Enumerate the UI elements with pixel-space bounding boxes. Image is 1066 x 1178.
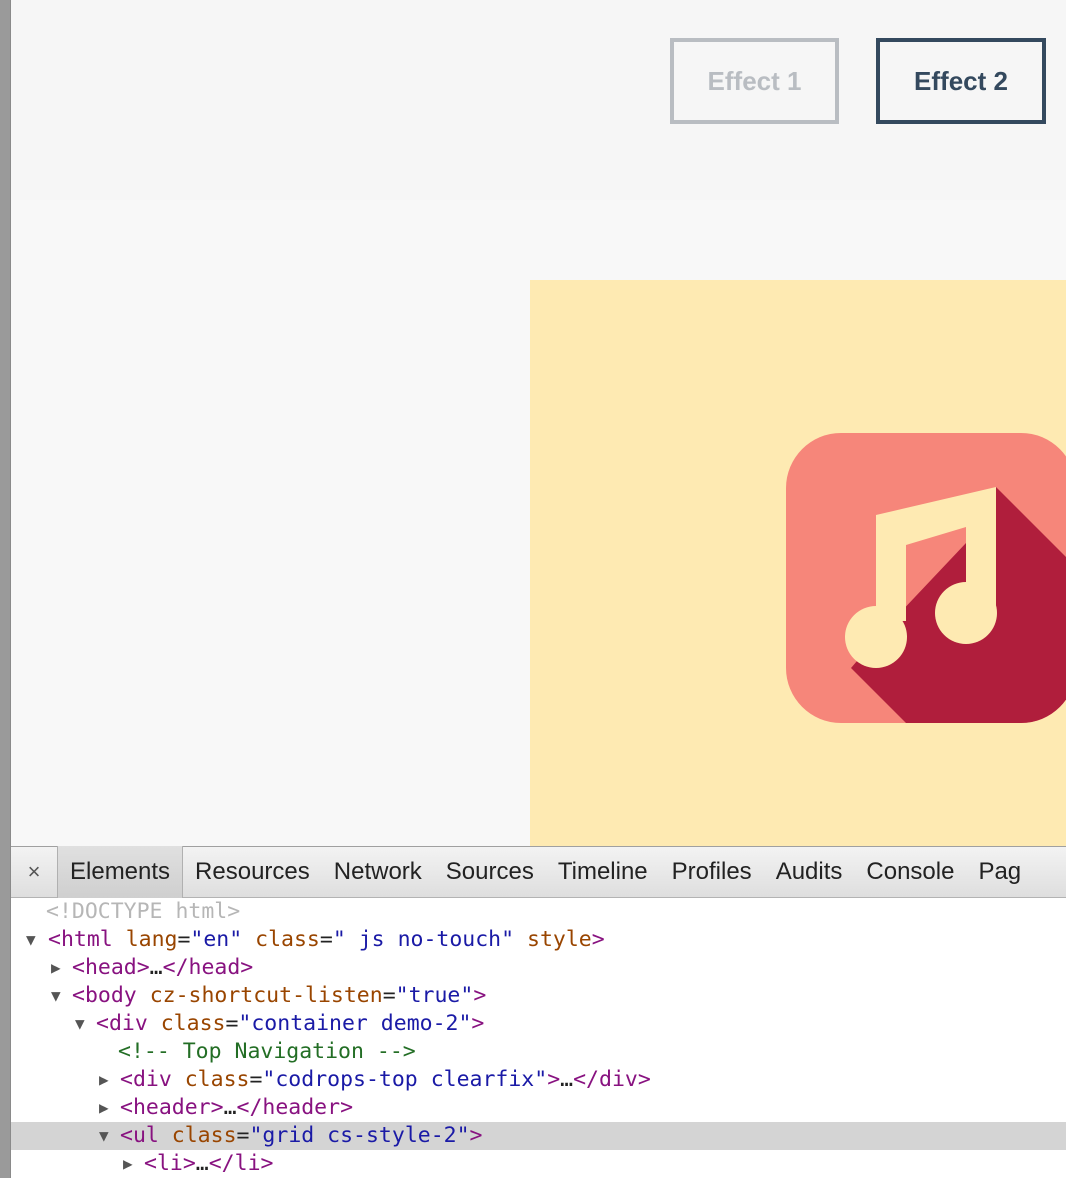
tag-text: </head> [162,955,254,980]
attr-name: class [171,1123,237,1148]
tab-elements[interactable]: Elements [57,846,184,898]
collapse-triangle-icon[interactable]: ▶ [51,954,71,982]
demo-page: Effect 1 Effect 2 [11,0,1066,846]
tag-text: </li> [208,1151,274,1176]
attr-name: style [527,927,592,952]
tag-text: <header> [120,1095,224,1120]
tag-text: > [473,983,487,1008]
close-icon[interactable]: × [11,846,57,898]
tab-timeline[interactable]: Timeline [546,846,660,898]
tag-text: <ul [120,1123,159,1148]
tag-text: <li> [144,1151,196,1176]
attr-value: "grid cs-style-2" [249,1123,470,1148]
tag-text: > [471,1011,485,1036]
collapse-triangle-icon[interactable]: ▶ [99,1066,119,1094]
effect-1-button[interactable]: Effect 1 [670,38,839,124]
tag-text: > [547,1067,561,1092]
ellipsis-text: … [223,1095,237,1120]
grid-item-card[interactable] [530,280,1066,846]
expand-triangle-icon[interactable]: ▼ [99,1122,119,1150]
doctype-text: <!DOCTYPE html> [46,899,241,924]
attr-value: "true" [395,983,474,1008]
devtools-toolbar: × Elements Resources Network Sources Tim… [11,846,1066,898]
effect-2-button[interactable]: Effect 2 [876,38,1046,124]
attr-value: "en" [190,927,243,952]
tag-text: > [469,1123,483,1148]
ellipsis-text: … [195,1151,209,1176]
comment-text: <!-- Top Navigation --> [118,1039,416,1064]
dom-node-header[interactable]: ▶ <header>…</header> [11,1094,1066,1122]
dom-node-body[interactable]: ▼ <body cz-shortcut-listen="true"> [11,982,1066,1010]
attr-value: "codrops-top clearfix" [262,1067,548,1092]
dom-node-ul-selected[interactable]: ▼ <ul class="grid cs-style-2"> [11,1122,1066,1150]
tag-text: <div [96,1011,148,1036]
ellipsis-text: … [560,1067,574,1092]
collapse-triangle-icon[interactable]: ▶ [123,1150,143,1178]
attr-name: cz-shortcut-listen [149,983,383,1008]
tag-text: <div [120,1067,172,1092]
ellipsis-text: … [149,955,163,980]
tab-profiles[interactable]: Profiles [660,846,764,898]
expand-triangle-icon[interactable]: ▼ [26,926,46,954]
dom-node-html[interactable]: ▼ <html lang="en" class=" js no-touch" st… [11,926,1066,954]
collapse-triangle-icon[interactable]: ▶ [99,1094,119,1122]
attr-name: class [160,1011,226,1036]
dom-node-div-container[interactable]: ▼ <div class="container demo-2"> [11,1010,1066,1038]
tab-network[interactable]: Network [322,846,434,898]
dom-node-doctype[interactable]: <!DOCTYPE html> [11,898,1066,926]
effects-header: Effect 1 Effect 2 [11,0,1066,200]
tab-sources[interactable]: Sources [434,846,546,898]
attr-name: lang [125,927,178,952]
tab-resources[interactable]: Resources [183,846,322,898]
attr-name: class [184,1067,250,1092]
tag-text: > [591,927,605,952]
attr-value: " js no-touch" [332,927,515,952]
music-note-icon [786,433,1066,723]
tag-text: <body [72,983,137,1008]
tag-text: </header> [236,1095,354,1120]
dom-node-head[interactable]: ▶ <head>…</head> [11,954,1066,982]
attr-value: "container demo-2" [238,1011,472,1036]
window-left-edge [0,0,11,1178]
tab-page[interactable]: Pag [966,846,1033,898]
dom-node-li[interactable]: ▶ <li>…</li> [11,1150,1066,1178]
dom-node-comment[interactable]: <!-- Top Navigation --> [11,1038,1066,1066]
tag-text: <head> [72,955,150,980]
tab-audits[interactable]: Audits [764,846,855,898]
attr-name: class [255,927,320,952]
dom-tree: <!DOCTYPE html> ▼ <html lang="en" class="… [11,898,1066,1178]
tab-console[interactable]: Console [854,846,966,898]
dom-node-div-top[interactable]: ▶ <div class="codrops-top clearfix">…</di… [11,1066,1066,1094]
expand-triangle-icon[interactable]: ▼ [75,1010,95,1038]
devtools-panel: × Elements Resources Network Sources Tim… [11,846,1066,1178]
grid-area [11,200,1066,846]
expand-triangle-icon[interactable]: ▼ [51,982,71,1010]
tag-text: </div> [573,1067,651,1092]
tag-text: <html [48,927,113,952]
